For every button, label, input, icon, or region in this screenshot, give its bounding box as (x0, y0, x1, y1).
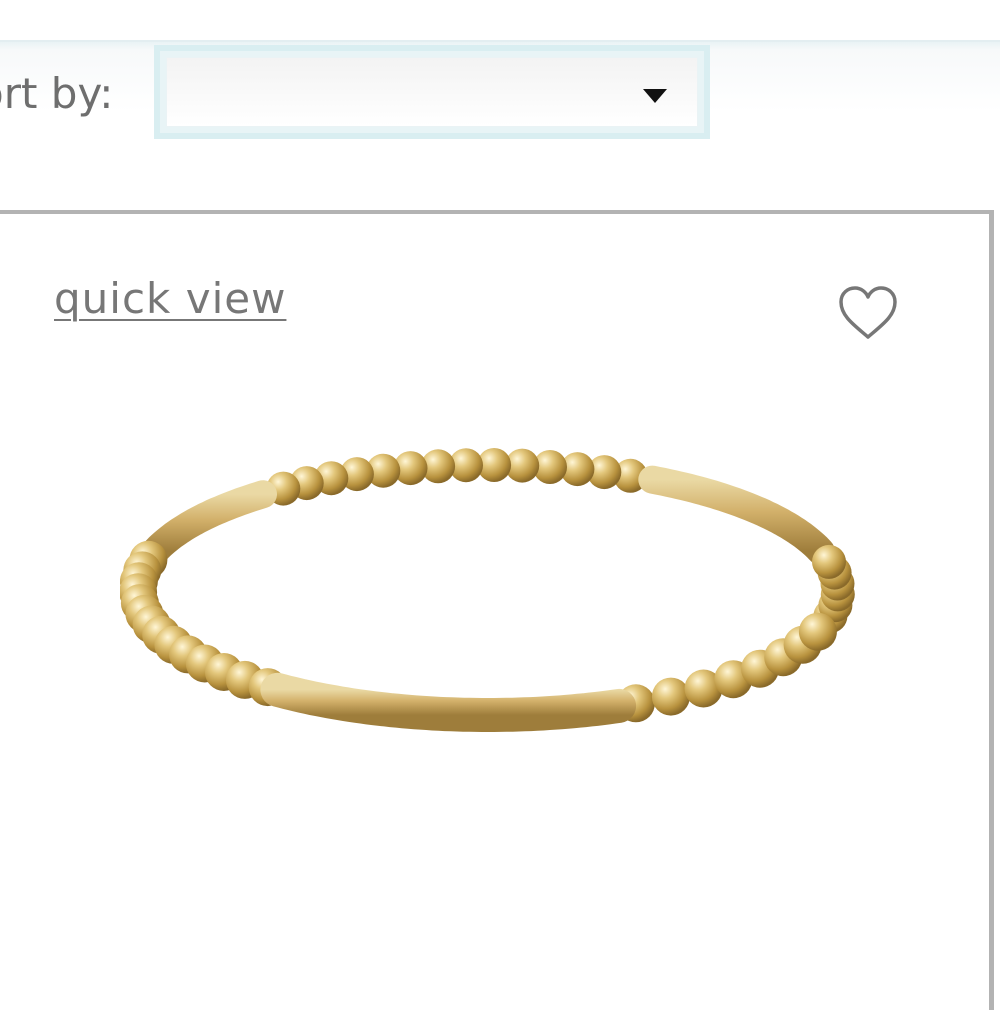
sort-select-field[interactable] (166, 57, 698, 127)
product-image[interactable] (120, 420, 860, 780)
sort-by-label: ort by: (0, 69, 114, 118)
bracelet-bead (798, 612, 837, 651)
heart-icon[interactable] (836, 284, 900, 342)
bracelet-bar (260, 672, 637, 732)
quick-view-link[interactable]: quick view (54, 274, 286, 323)
chevron-down-icon[interactable] (643, 89, 667, 103)
sort-by-select[interactable] (154, 45, 710, 139)
bracelet-bar (141, 480, 277, 566)
bracelet-bar (638, 465, 835, 566)
bracelet-bead (651, 677, 690, 716)
bracelet-bead (812, 544, 846, 579)
